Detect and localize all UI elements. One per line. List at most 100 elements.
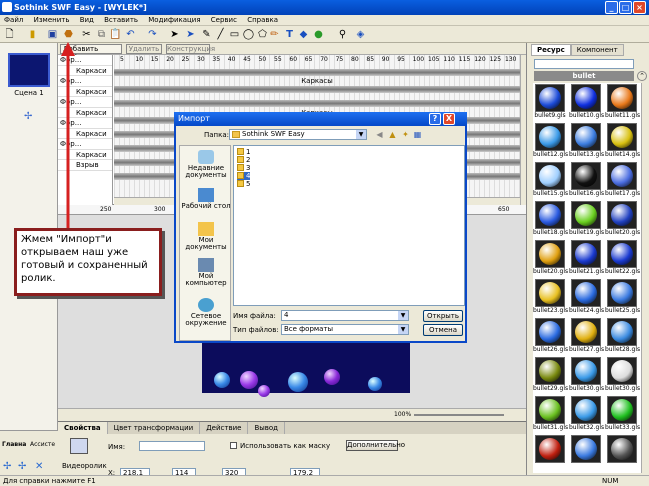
resource-item[interactable]: bullet25.gls	[605, 278, 640, 316]
list-item[interactable]: 3	[237, 164, 250, 172]
layer-row[interactable]: Фор...	[58, 76, 112, 87]
import-icon[interactable]: ⬣	[62, 28, 75, 41]
resource-item[interactable]: bullet12.gls	[533, 122, 568, 160]
select-tool-icon[interactable]: ➤	[168, 28, 181, 41]
add-effect-button[interactable]: Добавить эффект	[60, 44, 122, 61]
cut-icon[interactable]: ✂	[80, 28, 93, 41]
resource-search-input[interactable]	[534, 59, 634, 69]
paste-icon[interactable]: 📋	[109, 28, 122, 41]
resource-item[interactable]: bullet21.gls	[569, 239, 604, 277]
resource-item[interactable]: bullet16.gls	[569, 161, 604, 199]
minimize-button[interactable]: _	[605, 1, 618, 14]
menu-insert[interactable]: Вставить	[100, 16, 142, 24]
add-icon[interactable]: ✢	[3, 461, 11, 472]
menu-help[interactable]: Справка	[243, 16, 282, 24]
subselect-tool-icon[interactable]: ➤	[184, 28, 197, 41]
menu-file[interactable]: Файл	[0, 16, 27, 24]
name-input[interactable]	[139, 441, 205, 451]
layer-row[interactable]: Фор...	[58, 97, 112, 108]
resource-item[interactable]: bullet31.gls	[533, 395, 568, 433]
pen-tool-icon[interactable]: ✎	[200, 28, 213, 41]
save-icon[interactable]: ▣	[46, 28, 59, 41]
list-item[interactable]: 1	[237, 148, 250, 156]
tab-components[interactable]: Компонент	[570, 44, 624, 56]
place-recent[interactable]: Недавние документы	[180, 150, 232, 179]
layer-row[interactable]: Каркаси	[58, 129, 112, 139]
publish-icon[interactable]: ◈	[354, 28, 367, 41]
construct-button[interactable]: Конструкция	[166, 44, 215, 54]
new-folder-icon[interactable]: ✦	[400, 129, 411, 140]
mask-checkbox[interactable]	[230, 442, 237, 449]
ellipse-tool-icon[interactable]: ◯	[242, 28, 255, 41]
globe-icon[interactable]: ●	[312, 28, 325, 41]
layer-row[interactable]: Взрыв	[58, 160, 112, 171]
resource-item[interactable]: bullet15.gls	[533, 161, 568, 199]
resource-item[interactable]	[569, 434, 603, 472]
tab-resources[interactable]: Ресурс	[531, 44, 571, 56]
place-desktop[interactable]: Рабочий стол	[180, 188, 232, 210]
maximize-button[interactable]: □	[619, 1, 632, 14]
place-documents[interactable]: Мои документы	[180, 222, 232, 251]
stage-hscroll[interactable]: 100%	[58, 408, 526, 421]
resource-item[interactable]: bullet19.gls	[569, 200, 604, 238]
resource-item[interactable]: bullet23.gls	[533, 278, 568, 316]
ball-purple-small[interactable]	[258, 385, 270, 397]
dialog-close-button[interactable]: X	[443, 113, 455, 125]
tab-output[interactable]: Вывод	[248, 422, 286, 434]
tab-color-transform[interactable]: Цвет трансформации	[108, 422, 201, 434]
menu-tools[interactable]: Сервис	[207, 16, 241, 24]
ball-blue-large[interactable]	[288, 372, 308, 392]
list-item[interactable]: 5	[237, 180, 250, 188]
view-menu-icon[interactable]: ▦	[412, 129, 423, 140]
filename-input[interactable]: 4 ▼	[281, 310, 409, 321]
menu-view[interactable]: Вид	[76, 16, 98, 24]
pencil-tool-icon[interactable]: ✏	[268, 28, 281, 41]
ball-purple[interactable]	[324, 369, 340, 385]
place-computer[interactable]: Мой компьютер	[180, 258, 232, 287]
zoom-slider[interactable]	[414, 414, 504, 416]
look-in-select[interactable]: Sothink SWF Easy ▼	[229, 129, 367, 140]
resource-item[interactable]: bullet10.gls	[569, 83, 604, 121]
list-item[interactable]: 2	[237, 156, 250, 164]
up-icon[interactable]: ⌃	[637, 71, 647, 81]
up-folder-icon[interactable]: ▲	[387, 129, 398, 140]
close-button[interactable]: ×	[633, 1, 646, 14]
resource-item[interactable]: bullet14.gls	[605, 122, 640, 160]
stage-canvas[interactable]	[202, 341, 410, 397]
resource-item[interactable]: bullet29.gls	[533, 356, 568, 394]
open-button[interactable]: Открыть	[423, 310, 463, 322]
delete-icon[interactable]: ✕	[35, 461, 43, 472]
layer-row[interactable]: Фор...	[58, 55, 112, 66]
resource-item[interactable]: bullet13.gls	[569, 122, 604, 160]
dialog-help-button[interactable]: ?	[429, 113, 441, 125]
resource-item[interactable]: bullet11.gls	[605, 83, 640, 121]
resource-item[interactable]: bullet24.gls	[569, 278, 604, 316]
resource-item[interactable]: bullet17.gls	[605, 161, 640, 199]
ball-blue-small[interactable]	[368, 377, 382, 391]
eyedropper-icon[interactable]: ⚲	[336, 28, 349, 41]
resource-item[interactable]	[533, 434, 567, 472]
scene-thumbnail[interactable]	[8, 53, 50, 87]
ball-purple[interactable]	[240, 371, 258, 389]
resource-item[interactable]: bullet27.gls	[569, 317, 604, 355]
menu-edit[interactable]: Изменить	[30, 16, 74, 24]
resource-folder[interactable]: bullet	[534, 71, 634, 81]
undo-icon[interactable]: ↶	[124, 28, 137, 41]
place-network[interactable]: Сетевое окружение	[180, 298, 232, 327]
resource-item[interactable]: bullet32.gls	[569, 395, 604, 433]
layer-row[interactable]: Каркаси	[58, 108, 112, 118]
resource-item[interactable]: bullet22.gls	[605, 239, 640, 277]
menu-modify[interactable]: Модификация	[144, 16, 204, 24]
filetype-select[interactable]: Все форматы ▼	[281, 324, 409, 335]
tab-action[interactable]: Действие	[200, 422, 249, 434]
resource-item[interactable]: bullet20.gls	[605, 200, 640, 238]
resource-item[interactable]: bullet18.gls	[533, 200, 568, 238]
fill-tool-icon[interactable]: ◆	[297, 28, 310, 41]
open-icon[interactable]: ▮	[26, 28, 39, 41]
line-tool-icon[interactable]: ╱	[214, 28, 227, 41]
resource-item[interactable]: bullet20.gls	[533, 239, 568, 277]
resource-vscroll[interactable]	[641, 83, 649, 473]
layer-row[interactable]: Каркаси	[58, 87, 112, 97]
tab-main[interactable]: Главна	[2, 441, 26, 448]
layer-row[interactable]: Фор...	[58, 139, 112, 150]
